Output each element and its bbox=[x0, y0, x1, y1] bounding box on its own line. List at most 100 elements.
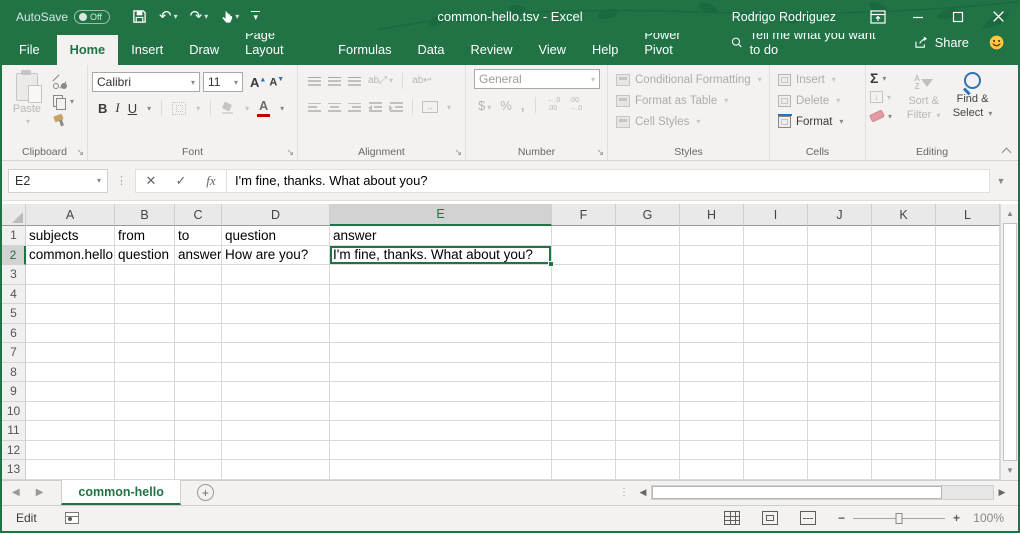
cell-H3[interactable] bbox=[680, 265, 744, 285]
sheetbar-resize-grip[interactable]: ⋮ bbox=[619, 487, 629, 498]
format-as-table-button[interactable]: Format as Table ▾ bbox=[612, 90, 765, 111]
sheet-tab-common-hello[interactable]: common-hello bbox=[61, 480, 180, 505]
cell-F12[interactable] bbox=[552, 441, 616, 461]
row-header-4[interactable]: 4 bbox=[2, 285, 26, 305]
cell-styles-dropdown-icon[interactable]: ▾ bbox=[696, 117, 700, 126]
clear-button[interactable]: ▾ bbox=[870, 109, 896, 123]
cell-H11[interactable] bbox=[680, 421, 744, 441]
cell-C1[interactable]: to bbox=[175, 226, 222, 246]
formula-bar-expand-icon[interactable]: ▼ bbox=[990, 176, 1012, 186]
cell-F11[interactable] bbox=[552, 421, 616, 441]
cell-E9[interactable] bbox=[330, 382, 552, 402]
autosave-toggle[interactable]: AutoSave Off bbox=[16, 10, 110, 24]
cell-F7[interactable] bbox=[552, 343, 616, 363]
cell-L2[interactable] bbox=[936, 246, 1000, 266]
cell-I2[interactable] bbox=[744, 246, 808, 266]
horizontal-scrollbar[interactable]: ◀ ▶ bbox=[635, 485, 1010, 501]
tab-file[interactable]: File bbox=[2, 35, 57, 65]
cell-A11[interactable] bbox=[26, 421, 115, 441]
increase-decimal-button[interactable]: ←.0.00 bbox=[547, 97, 560, 112]
cell-I4[interactable] bbox=[744, 285, 808, 305]
cell-G5[interactable] bbox=[616, 304, 680, 324]
tab-review[interactable]: Review bbox=[458, 35, 526, 65]
borders-dropdown-icon[interactable]: ▾ bbox=[196, 104, 200, 113]
cell-K9[interactable] bbox=[872, 382, 936, 402]
cell-I13[interactable] bbox=[744, 460, 808, 480]
cell-H5[interactable] bbox=[680, 304, 744, 324]
find-select-dropdown-icon[interactable]: ▾ bbox=[988, 109, 992, 118]
cell-J12[interactable] bbox=[808, 441, 872, 461]
cell-C11[interactable] bbox=[175, 421, 222, 441]
column-header-F[interactable]: F bbox=[552, 204, 616, 226]
cell-G8[interactable] bbox=[616, 363, 680, 383]
clipboard-dialog-launcher-icon[interactable]: ↘ bbox=[76, 147, 84, 158]
cell-K3[interactable] bbox=[872, 265, 936, 285]
conditional-formatting-button[interactable]: Conditional Formatting ▾ bbox=[612, 69, 765, 90]
align-center-button[interactable] bbox=[328, 103, 341, 112]
cell-G9[interactable] bbox=[616, 382, 680, 402]
cell-K12[interactable] bbox=[872, 441, 936, 461]
feedback-smiley-icon[interactable] bbox=[989, 34, 1004, 51]
cell-L8[interactable] bbox=[936, 363, 1000, 383]
cell-D1[interactable]: question bbox=[222, 226, 330, 246]
cell-B10[interactable] bbox=[115, 402, 175, 422]
formula-bar-grip[interactable]: ⋮ bbox=[116, 174, 127, 187]
decrease-font-size-button[interactable]: A▼ bbox=[269, 76, 284, 89]
vertical-scrollbar-thumb[interactable] bbox=[1003, 223, 1017, 461]
row-header-10[interactable]: 10 bbox=[2, 402, 26, 422]
underline-dropdown-icon[interactable]: ▾ bbox=[147, 104, 151, 113]
cell-A13[interactable] bbox=[26, 460, 115, 480]
previous-sheet-icon[interactable]: ◀ bbox=[12, 487, 20, 498]
cell-L9[interactable] bbox=[936, 382, 1000, 402]
cell-H12[interactable] bbox=[680, 441, 744, 461]
cell-I6[interactable] bbox=[744, 324, 808, 344]
cell-F9[interactable] bbox=[552, 382, 616, 402]
redo-button[interactable]: ↷▾ bbox=[190, 9, 209, 24]
normal-view-button[interactable] bbox=[724, 511, 740, 525]
cell-F10[interactable] bbox=[552, 402, 616, 422]
cell-J11[interactable] bbox=[808, 421, 872, 441]
cell-E3[interactable] bbox=[330, 265, 552, 285]
format-painter-button[interactable] bbox=[52, 113, 74, 127]
tab-view[interactable]: View bbox=[526, 35, 580, 65]
customize-qat-button[interactable]: ▾ bbox=[251, 11, 260, 21]
cell-B4[interactable] bbox=[115, 285, 175, 305]
column-header-G[interactable]: G bbox=[616, 204, 680, 226]
scroll-right-icon[interactable]: ▶ bbox=[994, 485, 1010, 501]
scroll-down-icon[interactable]: ▼ bbox=[1002, 462, 1018, 479]
column-header-K[interactable]: K bbox=[872, 204, 936, 226]
undo-button[interactable]: ↶▾ bbox=[159, 9, 178, 24]
select-all-button[interactable] bbox=[2, 204, 26, 226]
cell-B11[interactable] bbox=[115, 421, 175, 441]
cell-styles-button[interactable]: Cell Styles ▾ bbox=[612, 111, 765, 132]
cell-B8[interactable] bbox=[115, 363, 175, 383]
cell-K8[interactable] bbox=[872, 363, 936, 383]
cell-I3[interactable] bbox=[744, 265, 808, 285]
cell-F3[interactable] bbox=[552, 265, 616, 285]
column-header-A[interactable]: A bbox=[26, 204, 115, 226]
decrease-indent-button[interactable] bbox=[368, 102, 382, 112]
align-right-button[interactable] bbox=[348, 103, 361, 112]
cell-G6[interactable] bbox=[616, 324, 680, 344]
tab-help[interactable]: Help bbox=[579, 35, 631, 65]
cell-C8[interactable] bbox=[175, 363, 222, 383]
user-name[interactable]: Rodrigo Rodriguez bbox=[732, 10, 836, 24]
cell-F1[interactable] bbox=[552, 226, 616, 246]
font-size-dropdown-icon[interactable]: ▾ bbox=[234, 78, 238, 87]
cell-G11[interactable] bbox=[616, 421, 680, 441]
row-header-5[interactable]: 5 bbox=[2, 304, 26, 324]
cell-K10[interactable] bbox=[872, 402, 936, 422]
tab-data[interactable]: Data bbox=[405, 35, 458, 65]
find-select-button[interactable]: Find & Select ▾ bbox=[951, 69, 994, 123]
enter-entry-button[interactable]: ✓ bbox=[166, 173, 196, 189]
cell-C4[interactable] bbox=[175, 285, 222, 305]
orientation-button[interactable]: ab⤢▾ bbox=[368, 76, 393, 86]
redo-dropdown-icon[interactable]: ▾ bbox=[204, 13, 208, 21]
cell-D7[interactable] bbox=[222, 343, 330, 363]
cell-C7[interactable] bbox=[175, 343, 222, 363]
cell-H13[interactable] bbox=[680, 460, 744, 480]
cell-D8[interactable] bbox=[222, 363, 330, 383]
tab-formulas[interactable]: Formulas bbox=[325, 35, 404, 65]
name-box[interactable]: E2 ▾ bbox=[8, 169, 108, 193]
cell-I9[interactable] bbox=[744, 382, 808, 402]
